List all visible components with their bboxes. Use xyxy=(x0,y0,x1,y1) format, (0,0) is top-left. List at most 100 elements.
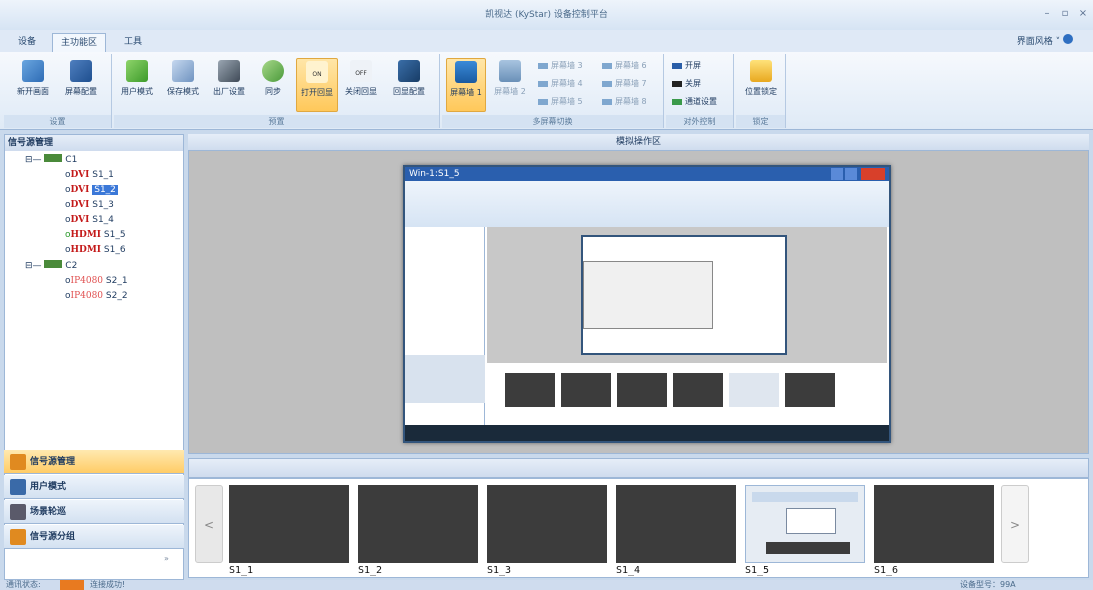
screen-wall-3-label: 屏幕墙 3 xyxy=(551,61,583,70)
position-lock-label: 位置锁定 xyxy=(745,87,777,96)
screen-wall-icon xyxy=(499,60,521,82)
sim-area-title: 模拟操作区 xyxy=(188,134,1089,150)
help-icon[interactable] xyxy=(1063,34,1073,44)
window-title: 凯视达 (KyStar) 设备控制平台 xyxy=(485,10,608,20)
echo-window[interactable]: Win-1:S1_5 xyxy=(403,165,891,443)
thumb-s1-3[interactable] xyxy=(487,485,607,563)
screen-config-label: 屏幕配置 xyxy=(65,87,97,96)
echo-thumb xyxy=(785,373,835,407)
echo-on-button[interactable]: ON 打开回显 xyxy=(296,58,338,112)
tree-input-s1-6[interactable]: oHDMI S1_6 xyxy=(65,243,126,258)
new-screen-label: 新开画面 xyxy=(17,87,49,96)
input-name-selected: S1_2 xyxy=(92,185,118,195)
tree-input-s1-4[interactable]: oDVI S1_4 xyxy=(65,213,114,228)
signal-group-icon xyxy=(10,529,26,545)
save-mode-button[interactable]: 保存模式 xyxy=(164,58,202,112)
ribbon-group-external-control: 开屏 关屏 通道设置 对外控制 xyxy=(666,54,734,128)
echo-thumb xyxy=(673,373,723,407)
nav-signal-group[interactable]: 信号源分组 xyxy=(4,525,184,549)
tab-tools[interactable]: 工具 xyxy=(116,33,150,52)
screen-wall-7-item[interactable]: 屏幕墙 7 xyxy=(602,78,647,90)
screen-config-button[interactable]: 屏幕配置 xyxy=(62,58,100,112)
screen-off-label: 关屏 xyxy=(685,79,701,88)
screen-wall-1-button[interactable]: 屏幕墙 1 xyxy=(446,58,486,112)
factory-settings-button[interactable]: 出厂设置 xyxy=(210,58,248,112)
echo-minimize-icon[interactable] xyxy=(831,168,843,180)
thumbnail-header xyxy=(188,458,1089,478)
echo-thumb xyxy=(505,373,555,407)
lock-icon xyxy=(750,60,772,82)
tree-input-s2-1[interactable]: oIP4080 S2_1 xyxy=(65,274,128,289)
tree-card-c2[interactable]: ⊟— C2 xyxy=(25,259,77,274)
tree-input-s1-3[interactable]: oDVI S1_3 xyxy=(65,198,114,213)
input-type: HDMI xyxy=(70,245,101,255)
thumb-s1-6[interactable] xyxy=(874,485,994,563)
tree-input-s1-2[interactable]: oDVI S1_2 xyxy=(65,183,118,198)
thumb-label: S1_5 xyxy=(745,565,770,576)
tree-input-s1-1[interactable]: oDVI S1_1 xyxy=(65,168,114,183)
sync-icon xyxy=(262,60,284,82)
echo-off-button[interactable]: OFF 关闭回显 xyxy=(342,58,380,112)
position-lock-button[interactable]: 位置锁定 xyxy=(742,58,780,112)
screen-off-item[interactable]: 关屏 xyxy=(672,78,701,90)
thumb-s1-5[interactable] xyxy=(745,485,865,563)
group-label-multiscreen: 多屏幕切换 xyxy=(442,115,663,128)
save-mode-label: 保存模式 xyxy=(167,87,199,96)
tree-card-c1[interactable]: ⊟— C1 xyxy=(25,153,77,168)
echo-close-icon[interactable] xyxy=(861,168,885,180)
skin-style-label: 界面风格 xyxy=(1016,37,1053,47)
echo-config-button[interactable]: 回显配置 xyxy=(390,58,428,112)
screen-wall-4-item[interactable]: 屏幕墙 4 xyxy=(538,78,583,90)
echo-nav xyxy=(405,355,485,403)
input-type: DVI xyxy=(70,185,90,195)
sim-area[interactable]: Win-1:S1_5 xyxy=(188,150,1089,454)
channel-settings-item[interactable]: 通道设置 xyxy=(672,96,717,108)
ribbon-group-settings: 新开画面 屏幕配置 设置 xyxy=(4,54,112,128)
skin-style-menu[interactable]: 界面风格 ˅ xyxy=(1017,33,1073,52)
thumb-s1-1[interactable] xyxy=(229,485,349,563)
screen-on-item[interactable]: 开屏 xyxy=(672,60,701,72)
thumb-s1-4[interactable] xyxy=(616,485,736,563)
tree-input-s1-5[interactable]: oHDMI S1_5 xyxy=(65,228,126,243)
nav-label: 场景轮巡 xyxy=(30,507,67,517)
screen-wall-5-item[interactable]: 屏幕墙 5 xyxy=(538,96,583,108)
tab-device[interactable]: 设备 xyxy=(10,33,44,52)
thumb-prev-button[interactable]: < xyxy=(195,485,223,563)
screen-wall-6-item[interactable]: 屏幕墙 6 xyxy=(602,60,647,72)
screen-wall-2-button[interactable]: 屏幕墙 2 xyxy=(490,58,530,112)
new-screen-button[interactable]: 新开画面 xyxy=(14,58,52,112)
echo-thumb xyxy=(729,373,779,407)
gear-icon xyxy=(218,60,240,82)
tree-input-s2-2[interactable]: oIP4080 S2_2 xyxy=(65,289,128,304)
thumb-s1-2[interactable] xyxy=(358,485,478,563)
tab-main-functions[interactable]: 主功能区 xyxy=(52,33,107,52)
thumb-preview-strip xyxy=(766,542,850,554)
input-name: S2_1 xyxy=(105,276,128,286)
card-name: C2 xyxy=(65,261,78,271)
maximize-button[interactable]: ▫ xyxy=(1058,6,1072,22)
echo-window-titlebar[interactable]: Win-1:S1_5 xyxy=(405,167,889,181)
input-name: S1_3 xyxy=(92,200,114,210)
nav-scene-tour[interactable]: 场景轮巡 xyxy=(4,500,184,524)
signal-panel-title: 信号源管理 xyxy=(5,135,183,151)
thumb-next-button[interactable]: > xyxy=(1001,485,1029,563)
echo-maximize-icon[interactable] xyxy=(845,168,857,180)
screen-wall-8-item[interactable]: 屏幕墙 8 xyxy=(602,96,647,108)
input-type: DVI xyxy=(70,215,90,225)
user-mode-icon xyxy=(10,479,26,495)
device-model: 设备型号：99A xyxy=(960,580,1016,589)
collapse-icon[interactable]: » xyxy=(164,554,169,563)
ribbon-toolbar: 新开画面 屏幕配置 设置 用户模式 保存模式 出厂设置 同步 ON 打开回显 O… xyxy=(0,52,1093,130)
screen-wall-5-label: 屏幕墙 5 xyxy=(551,97,583,106)
input-name: S1_5 xyxy=(103,230,126,240)
sync-button[interactable]: 同步 xyxy=(254,58,292,112)
minimize-button[interactable]: – xyxy=(1040,6,1054,22)
user-mode-button[interactable]: 用户模式 xyxy=(118,58,156,112)
input-type: DVI xyxy=(70,200,90,210)
close-button[interactable]: × xyxy=(1076,6,1090,22)
nav-signal-management[interactable]: 信号源管理 xyxy=(4,450,184,474)
screen-wall-3-item[interactable]: 屏幕墙 3 xyxy=(538,60,583,72)
input-type: IP4080 xyxy=(70,276,104,286)
input-type: HDMI xyxy=(70,230,101,240)
nav-user-mode[interactable]: 用户模式 xyxy=(4,475,184,499)
